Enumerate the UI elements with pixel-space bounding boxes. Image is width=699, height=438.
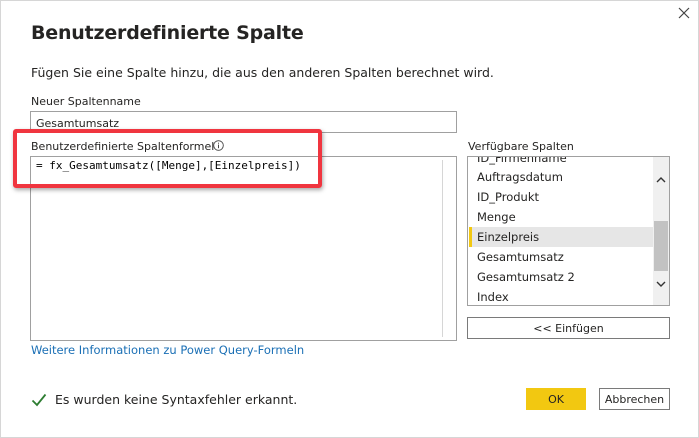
chevron-down-icon <box>656 281 666 287</box>
available-columns-list[interactable]: ID_Firmenname Auftragsdatum ID_Produkt M… <box>467 156 670 306</box>
ok-button[interactable]: OK <box>526 388 586 410</box>
chevron-up-icon <box>656 176 666 182</box>
formula-label: Benutzerdefinierte Spaltenformel <box>31 140 215 153</box>
list-item[interactable]: Gesamtumsatz <box>469 247 653 267</box>
formula-text[interactable]: = fx_Gesamtumsatz([Menge],[Einzelpreis]) <box>36 159 301 172</box>
available-columns-label: Verfügbare Spalten <box>468 140 574 153</box>
dialog-description: Fügen Sie eine Spalte hinzu, die aus den… <box>31 65 494 80</box>
cancel-button[interactable]: Abbrechen <box>599 388 670 410</box>
list-item[interactable]: Index <box>469 287 653 305</box>
list-item[interactable]: Gesamtumsatz 2 <box>469 267 653 287</box>
more-info-link[interactable]: Weitere Informationen zu Power Query-For… <box>31 343 304 357</box>
scrollbar-thumb[interactable] <box>654 221 668 271</box>
formula-scrollbar[interactable] <box>442 160 450 337</box>
list-item[interactable]: Menge <box>469 207 653 227</box>
scroll-down-button[interactable] <box>653 276 669 292</box>
close-icon <box>678 7 690 19</box>
syntax-status-text: Es wurden keine Syntaxfehler erkannt. <box>55 392 298 407</box>
custom-column-dialog: Benutzerdefinierte Spalte Fügen Sie eine… <box>0 0 699 438</box>
column-name-label: Neuer Spaltenname <box>31 95 141 108</box>
list-item[interactable]: Auftragsdatum <box>469 167 653 187</box>
column-name-input[interactable] <box>30 111 457 133</box>
list-scrollbar[interactable] <box>653 157 669 305</box>
syntax-status: Es wurden keine Syntaxfehler erkannt. <box>31 392 297 407</box>
dialog-title: Benutzerdefinierte Spalte <box>31 22 304 44</box>
list-item[interactable]: ID_Produkt <box>469 187 653 207</box>
close-button[interactable] <box>674 3 694 23</box>
list-item-selected[interactable]: Einzelpreis <box>469 227 653 247</box>
scroll-up-button[interactable] <box>653 171 669 187</box>
info-icon[interactable] <box>213 140 224 151</box>
check-icon <box>31 393 47 406</box>
insert-button[interactable]: << Einfügen <box>467 317 670 339</box>
formula-editor[interactable] <box>30 156 457 341</box>
